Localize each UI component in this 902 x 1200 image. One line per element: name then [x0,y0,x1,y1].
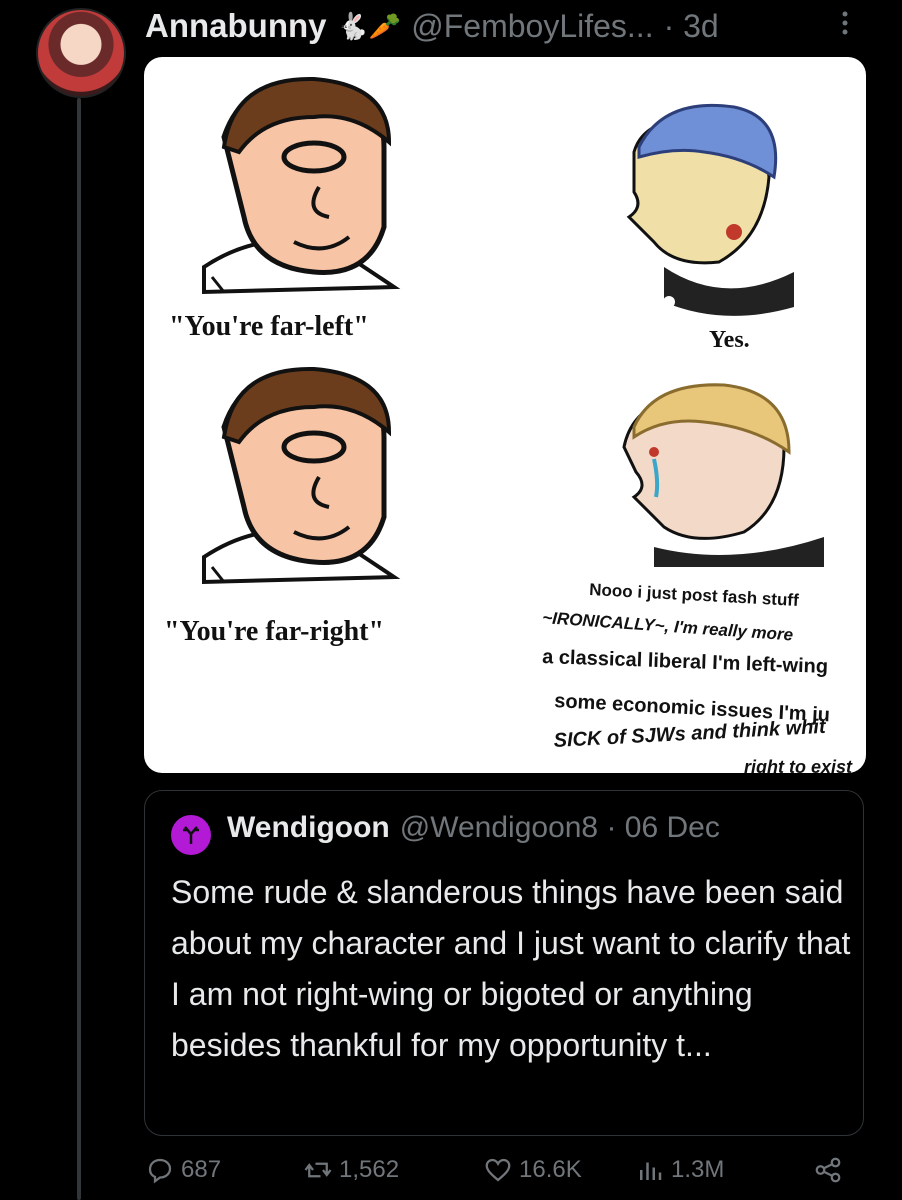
more-vertical-icon[interactable] [838,8,852,44]
top-left-figure [202,76,401,295]
quote-text: Some rude & slanderous things have been … [171,874,851,1063]
bottom-right-text: Nooo i just post fash stuff ~IRONICALLY~… [542,580,853,773]
share-icon [815,1157,841,1183]
bottom-right-figure [622,383,824,567]
top-right-figure [626,103,794,316]
views-count: 1.3M [671,1156,725,1183]
top-right-caption: Yes. [709,327,750,353]
author-avatar[interactable] [36,8,126,98]
bottom-left-caption: "You're far-right" [164,616,384,647]
bottom-right-line-3: a classical liberal I'm left-wing [542,646,829,678]
heart-icon [485,1158,511,1182]
share-button[interactable] [813,1155,843,1185]
bottom-right-line-1: Nooo i just post fash stuff [589,580,800,610]
author-emoji: 🐇🥕 [336,10,402,41]
top-left-caption: "You're far-left" [169,311,369,342]
bottom-right-line-2: ~IRONICALLY~, I'm really more [542,608,794,644]
retweet-icon [304,1162,332,1178]
author-handle[interactable]: @FemboyLifes... [411,8,653,45]
antler-icon [183,826,199,844]
meme-image[interactable]: "You're far-left" Yes. "You're far-right… [144,57,866,773]
reply-count: 687 [181,1156,222,1183]
thread-line [77,98,81,1200]
retweet-button[interactable]: 1,562 [303,1155,399,1185]
author-name[interactable]: Annabunny [145,7,326,45]
quote-author-handle[interactable]: @Wendigoon8 · 06 Dec [400,811,720,845]
like-button[interactable]: 16.6K [483,1155,582,1185]
bottom-right-line-5: SICK of SJWs and think whit [553,716,827,752]
reply-icon [148,1158,172,1184]
quote-header: Wendigoon @Wendigoon8 · 06 Dec [227,811,720,845]
bottom-left-figure [202,366,401,585]
retweet-count: 1,562 [339,1156,400,1183]
quote-author-name[interactable]: Wendigoon [227,811,390,845]
action-bar: 687 1,562 16.6K 1.3M [145,1155,855,1195]
bottom-right-line-6: right to exist [744,757,853,773]
reply-button[interactable]: 687 [145,1155,221,1185]
tweet-time[interactable]: · 3d [664,8,719,45]
quote-tweet[interactable]: Wendigoon @Wendigoon8 · 06 Dec Some rude… [144,790,864,1136]
views-button[interactable]: 1.3M [635,1155,724,1185]
tweet-header: Annabunny 🐇🥕 @FemboyLifes... · 3d [145,6,719,46]
quote-avatar[interactable] [171,815,211,855]
like-count: 16.6K [519,1156,582,1183]
views-chart-icon [640,1162,662,1180]
